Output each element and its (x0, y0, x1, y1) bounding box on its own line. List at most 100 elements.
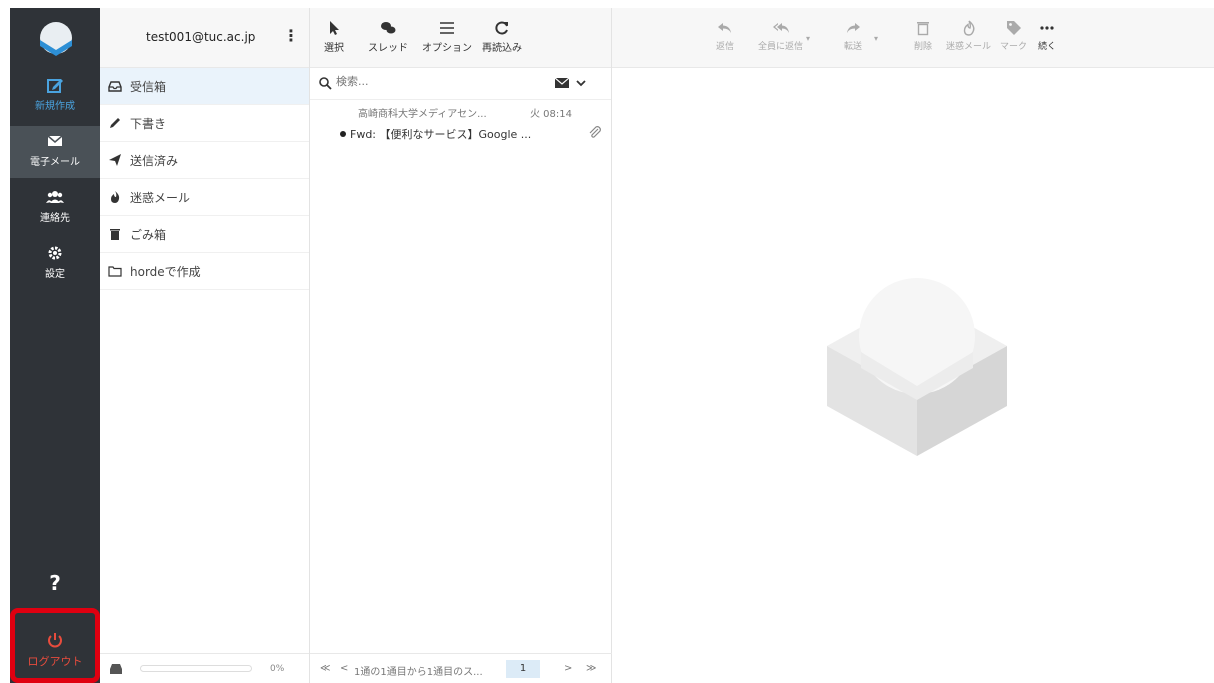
reload-button[interactable]: 再読込み (482, 20, 522, 54)
webmail-app: 新規作成 電子メール 連絡先 設定 ? ログアウト test001@tuc.ac… (10, 8, 1214, 683)
account-menu-icon[interactable]: ⋮ (283, 26, 299, 45)
folder-label: 受信箱 (130, 79, 167, 94)
mark-button[interactable]: マーク (1000, 20, 1027, 52)
page-number-input[interactable]: 1 (506, 660, 540, 678)
spam-button[interactable]: 迷惑メール (946, 20, 991, 52)
first-page-button[interactable]: ≪ (320, 663, 330, 674)
message-subject: Fwd: 【便利なサービス】Google ... (350, 128, 532, 141)
rail-item-label: 設定 (45, 269, 65, 280)
thread-label: スレッド (368, 43, 408, 54)
message-date: 火 08:14 (530, 109, 572, 120)
rail-item-label: 連絡先 (40, 213, 70, 224)
folder-label: 送信済み (130, 153, 179, 168)
message-actions-toolbar: 返信 全員に返信 ▾ 転送 ▾ 削除 迷惑メール マーク 続く (612, 8, 1214, 68)
folder-label: hordeで作成 (130, 264, 201, 279)
folder-drafts[interactable]: 下書き (100, 105, 309, 142)
quota-percent: 0% (270, 663, 285, 674)
reload-label: 再読込み (482, 43, 522, 54)
pointer-icon (330, 21, 339, 35)
folder-pane: test001@tuc.ac.jp ⋮ 受信箱 下書き 送信済み 迷惑メール ご… (100, 8, 310, 683)
rail-item-label: 新規作成 (35, 101, 75, 112)
left-rail: 新規作成 電子メール 連絡先 設定 ? ログアウト (10, 8, 100, 683)
pager-summary: 1通の1通目から1通目のス... (354, 667, 483, 678)
message-from: 高崎商科大学メディアセン... (358, 109, 487, 120)
refresh-icon (495, 21, 508, 35)
pagination: ≪ < 1通の1通目から1通目のス... 1 > ≫ (310, 653, 612, 683)
list-toolbar: 選択 スレッド オプション 再読込み (310, 8, 611, 68)
options-label: オプション (422, 43, 472, 54)
folder-label: 迷惑メール (130, 190, 191, 205)
select-button[interactable]: 選択 (324, 20, 344, 54)
more-icon (1040, 26, 1054, 30)
folder-spam[interactable]: 迷惑メール (100, 179, 309, 216)
reply-label: 返信 (716, 42, 735, 52)
hard-drive-icon (110, 663, 122, 674)
gear-icon (48, 246, 62, 260)
unread-dot-icon (340, 131, 346, 137)
folder-icon (108, 266, 122, 277)
prev-page-button[interactable]: < (340, 663, 348, 674)
folder-inbox[interactable]: 受信箱 (100, 68, 309, 105)
tag-icon (1006, 21, 1021, 35)
trash-icon (917, 22, 929, 36)
logo-icon (40, 22, 72, 56)
last-page-button[interactable]: ≫ (586, 663, 596, 674)
rail-item-settings[interactable]: 設定 (10, 238, 100, 290)
paper-plane-icon (109, 154, 121, 166)
reply-all-button[interactable]: 全員に返信 (758, 20, 803, 52)
logout-button[interactable]: ログアウト (10, 608, 100, 683)
pencil-icon (110, 118, 120, 128)
forward-dropdown-icon[interactable]: ▾ (874, 34, 878, 43)
next-page-button[interactable]: > (564, 663, 572, 674)
delete-label: 削除 (914, 42, 933, 52)
options-button[interactable]: オプション (422, 20, 472, 54)
sliders-icon (440, 22, 454, 34)
search-icon (319, 77, 332, 90)
compose-icon (47, 79, 63, 93)
chevron-down-icon[interactable] (576, 78, 586, 88)
folder-sent[interactable]: 送信済み (100, 142, 309, 179)
logout-label: ログアウト (27, 655, 83, 668)
trash-icon (110, 229, 120, 240)
rail-item-compose[interactable]: 新規作成 (10, 70, 100, 122)
envelope-icon[interactable] (555, 78, 569, 88)
envelope-icon (47, 135, 63, 146)
more-label: 続く (1038, 42, 1057, 52)
fire-icon (111, 191, 120, 203)
reply-icon (718, 23, 731, 33)
rail-item-mail[interactable]: 電子メール (10, 126, 100, 178)
rail-item-contacts[interactable]: 連絡先 (10, 182, 100, 234)
reply-all-icon (772, 23, 789, 33)
preview-pane: 返信 全員に返信 ▾ 転送 ▾ 削除 迷惑メール マーク 続く (612, 8, 1214, 683)
help-button[interactable]: ? (10, 571, 100, 595)
message-list-pane: 選択 スレッド オプション 再読込み 高崎商科大学メディアセン... 火 0 (310, 8, 612, 683)
folder-horde[interactable]: hordeで作成 (100, 253, 309, 290)
reply-dropdown-icon[interactable]: ▾ (806, 34, 810, 43)
forward-icon (847, 23, 860, 33)
reply-button[interactable]: 返信 (716, 20, 734, 52)
empty-preview-icon (827, 278, 1007, 456)
search-input[interactable] (336, 75, 526, 88)
forward-label: 転送 (844, 42, 863, 52)
power-icon (48, 633, 62, 648)
mark-label: マーク (1000, 42, 1028, 52)
quota-meter (140, 665, 252, 672)
search-bar (310, 68, 611, 100)
rail-item-label: 電子メール (30, 157, 80, 168)
reply-all-label: 全員に返信 (758, 42, 804, 52)
quota-bar: 0% (100, 653, 309, 683)
more-button[interactable]: 続く (1038, 20, 1056, 52)
paperclip-icon (589, 126, 601, 138)
inbox-icon (108, 81, 122, 92)
fire-icon (963, 20, 974, 36)
comments-icon (381, 22, 396, 34)
account-email[interactable]: test001@tuc.ac.jp (146, 30, 255, 44)
folder-trash[interactable]: ごみ箱 (100, 216, 309, 253)
forward-button[interactable]: 転送 (844, 20, 862, 52)
spam-label: 迷惑メール (946, 42, 992, 52)
folder-label: 下書き (130, 116, 167, 131)
delete-button[interactable]: 削除 (914, 20, 932, 52)
message-row[interactable]: 高崎商科大学メディアセン... 火 08:14 Fwd: 【便利なサービス】Go… (310, 100, 611, 150)
contacts-icon (46, 191, 64, 203)
thread-button[interactable]: スレッド (368, 20, 408, 54)
